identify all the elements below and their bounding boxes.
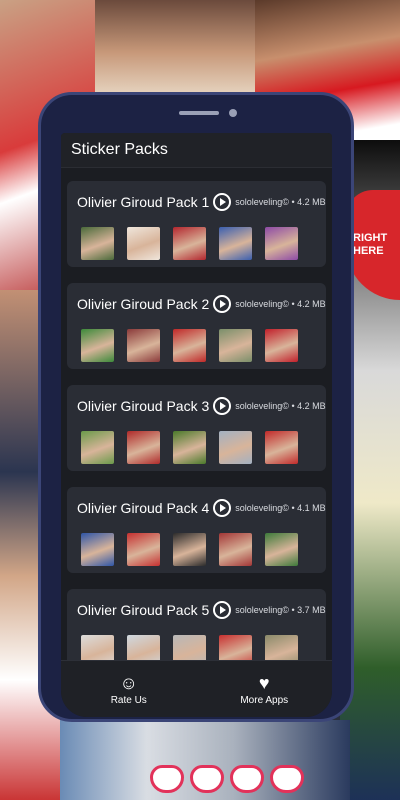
pack-title: Olivier Giroud Pack 1 <box>77 194 210 210</box>
sticker-thumbnail <box>219 329 252 362</box>
sticker-thumbnail <box>173 533 206 566</box>
lips-icon <box>190 765 224 793</box>
sticker-thumbnail <box>127 227 160 260</box>
collage-photo <box>95 0 255 95</box>
play-icon[interactable] <box>213 193 232 211</box>
lips-stickers <box>150 765 340 795</box>
app-bar: Sticker Packs <box>61 133 332 168</box>
pack-card[interactable]: Olivier Giroud Pack 5 sololeveling© • 3.… <box>67 589 326 661</box>
lips-icon <box>270 765 304 793</box>
more-apps-label: More Apps <box>240 694 289 706</box>
heart-icon: ♥ <box>258 672 270 693</box>
sticker-thumbnail <box>81 329 114 362</box>
sticker-thumbnail <box>173 227 206 260</box>
sticker-thumbnails <box>77 431 318 464</box>
pack-meta: sololeveling© • 3.7 MB <box>235 605 326 615</box>
play-icon[interactable] <box>213 499 232 517</box>
play-icon[interactable] <box>213 397 232 415</box>
sticker-thumbnail <box>173 329 206 362</box>
play-icon[interactable] <box>213 295 232 313</box>
pack-card[interactable]: Olivier Giroud Pack 2 sololeveling© • 4.… <box>67 283 326 369</box>
play-icon[interactable] <box>213 601 232 619</box>
smiley-icon: ☺ <box>119 672 138 693</box>
sticker-thumbnail <box>127 329 160 362</box>
pack-title: Olivier Giroud Pack 4 <box>77 500 210 516</box>
pack-meta: sololeveling© • 4.1 MB <box>235 503 326 513</box>
sticker-thumbnail <box>219 533 252 566</box>
pack-meta: sololeveling© • 4.2 MB <box>235 197 326 207</box>
phone-frame: Sticker Packs Olivier Giroud Pack 1 solo… <box>38 92 354 722</box>
app-screen: Sticker Packs Olivier Giroud Pack 1 solo… <box>61 133 332 717</box>
sticker-thumbnails <box>77 329 318 362</box>
lips-icon <box>230 765 264 793</box>
pack-meta: sololeveling© • 4.2 MB <box>235 401 326 411</box>
sticker-thumbnail <box>81 533 114 566</box>
pack-list[interactable]: Olivier Giroud Pack 1 sololeveling© • 4.… <box>61 171 332 661</box>
sticker-thumbnails <box>77 533 318 566</box>
heart-sticker-text: RIGHT HERE <box>353 232 388 257</box>
pack-title: Olivier Giroud Pack 5 <box>77 602 210 618</box>
pack-meta: sololeveling© • 4.2 MB <box>235 299 326 309</box>
rate-us-button[interactable]: ☺ Rate Us <box>61 661 197 717</box>
sticker-thumbnail <box>127 533 160 566</box>
sticker-thumbnail <box>173 635 206 661</box>
more-apps-button[interactable]: ♥ More Apps <box>197 661 333 717</box>
sticker-thumbnail <box>127 431 160 464</box>
sticker-thumbnail <box>219 227 252 260</box>
pack-card[interactable]: Olivier Giroud Pack 3 sololeveling© • 4.… <box>67 385 326 471</box>
sticker-thumbnail <box>173 431 206 464</box>
sticker-thumbnail <box>265 329 298 362</box>
sticker-thumbnail <box>219 431 252 464</box>
sticker-thumbnails <box>77 635 318 661</box>
sticker-thumbnail <box>127 635 160 661</box>
pack-card[interactable]: Olivier Giroud Pack 4 sololeveling© • 4.… <box>67 487 326 573</box>
sticker-thumbnail <box>265 635 298 661</box>
lips-icon <box>150 765 184 793</box>
bottom-navigation: ☺ Rate Us ♥ More Apps <box>61 660 332 717</box>
sticker-thumbnail <box>81 635 114 661</box>
sticker-thumbnails <box>77 227 318 260</box>
pack-title: Olivier Giroud Pack 3 <box>77 398 210 414</box>
sticker-thumbnail <box>81 227 114 260</box>
rate-us-label: Rate Us <box>110 694 147 706</box>
sticker-thumbnail <box>265 533 298 566</box>
sticker-thumbnail <box>265 431 298 464</box>
pack-card[interactable]: Olivier Giroud Pack 1 sololeveling© • 4.… <box>67 181 326 267</box>
pack-title: Olivier Giroud Pack 2 <box>77 296 210 312</box>
page-title: Sticker Packs <box>71 141 168 158</box>
front-camera <box>229 109 237 117</box>
sticker-thumbnail <box>219 635 252 661</box>
speaker-grill <box>179 111 219 115</box>
sticker-thumbnail <box>81 431 114 464</box>
sticker-thumbnail <box>265 227 298 260</box>
